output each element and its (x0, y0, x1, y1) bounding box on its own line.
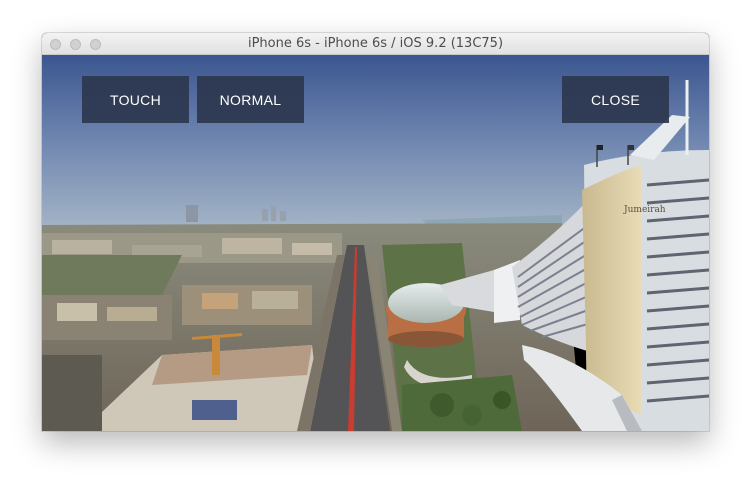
hotel-sign: Jumeirah (623, 205, 666, 215)
panorama-view[interactable]: Jumeirah TOUCH NORMAL CLOSE (42, 55, 709, 431)
simulator-window: iPhone 6s - iPhone 6s / iOS 9.2 (13C75) (42, 33, 709, 431)
touch-mode-button[interactable]: TOUCH (82, 76, 189, 123)
title-bar[interactable]: iPhone 6s - iPhone 6s / iOS 9.2 (13C75) (42, 33, 709, 55)
normal-mode-button[interactable]: NORMAL (197, 76, 304, 123)
window-title: iPhone 6s - iPhone 6s / iOS 9.2 (13C75) (247, 36, 504, 51)
close-button[interactable]: CLOSE (562, 76, 669, 123)
